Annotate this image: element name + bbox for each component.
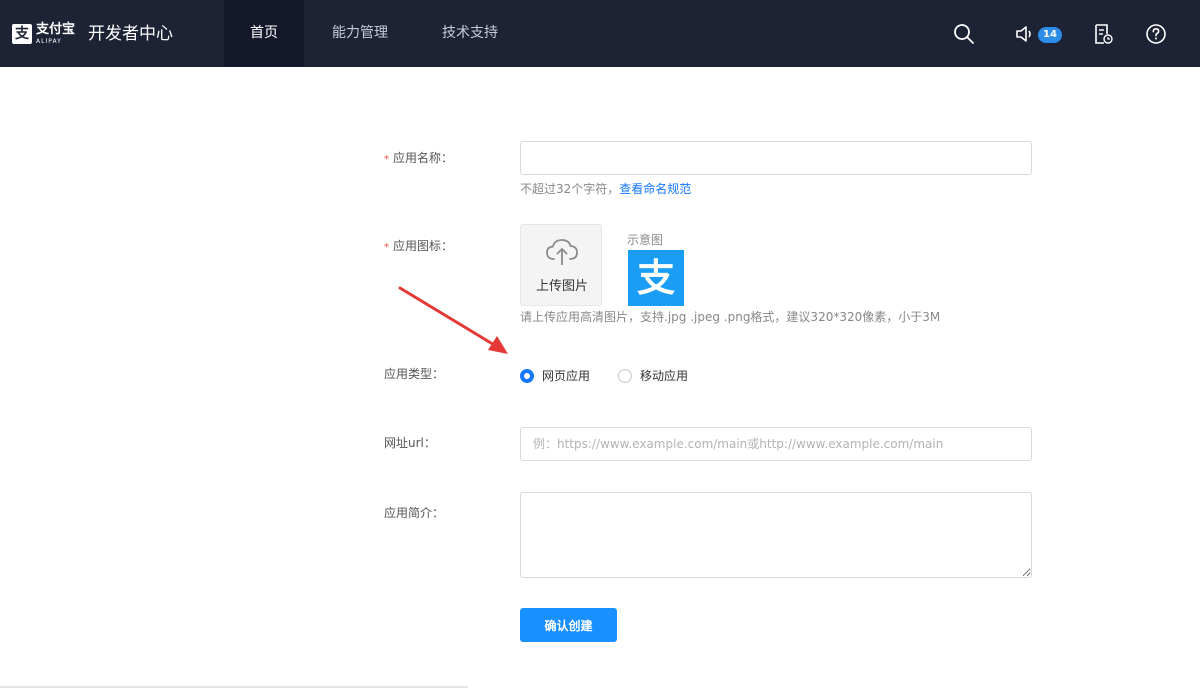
app-icon-label-text: 应用图标： [393, 239, 454, 253]
naming-rules-link[interactable]: 查看命名规范 [619, 182, 691, 196]
upload-image-label: 上传图片 [535, 279, 588, 294]
top-navigation-bar: 支 支付宝 ALIPAY 开发者中心 首页 能力管理 技术支持 14 [0, 0, 1200, 67]
required-mark: * [384, 154, 389, 165]
url-input[interactable] [520, 427, 1032, 461]
help-icon[interactable] [1145, 23, 1167, 45]
alipay-sample-logo-icon: 支 [628, 250, 684, 306]
app-name-hint-text: 不超过32个字符， [520, 182, 620, 196]
speaker-icon[interactable] [1014, 23, 1036, 45]
required-mark: * [384, 242, 389, 253]
app-name-label: * 应用名称： [384, 150, 453, 168]
document-icon[interactable] [1092, 23, 1114, 45]
nav-item-tech-support[interactable]: 技术支持 [428, 0, 512, 67]
app-type-label: 应用类型： [384, 367, 445, 381]
search-icon[interactable] [953, 23, 975, 45]
cloud-upload-icon [546, 239, 578, 265]
upload-image-button[interactable]: 上传图片 [520, 224, 602, 306]
app-description-label: 应用简介： [384, 506, 445, 520]
app-icon-hint: 请上传应用高清图片，支持.jpg .jpeg .png格式，建议320*320像… [520, 310, 941, 324]
nav-item-home[interactable]: 首页 [224, 0, 304, 67]
sample-image-label: 示意图 [627, 233, 664, 247]
logo-subtext: ALIPAY [36, 38, 62, 45]
app-description-textarea[interactable] [520, 492, 1032, 578]
radio-mobile-app[interactable] [618, 369, 632, 383]
url-label: 网址url： [384, 436, 436, 450]
radio-mobile-app-label[interactable]: 移动应用 [640, 368, 688, 384]
app-name-hint: 不超过32个字符，查看命名规范 [520, 181, 691, 197]
confirm-create-button[interactable]: 确认创建 [520, 608, 617, 642]
nav-item-capability-management[interactable]: 能力管理 [318, 0, 402, 67]
radio-web-app-label[interactable]: 网页应用 [542, 368, 590, 384]
annotation-arrow-icon [398, 286, 508, 354]
brand-title[interactable]: 开发者中心 [88, 23, 173, 45]
app-name-input[interactable] [520, 141, 1032, 175]
alipay-logo-icon[interactable]: 支 [12, 24, 32, 44]
bottom-divider [0, 686, 468, 688]
app-name-label-text: 应用名称： [393, 151, 454, 165]
notification-badge[interactable]: 14 [1038, 27, 1062, 43]
app-icon-label: * 应用图标： [384, 238, 453, 256]
radio-web-app[interactable] [520, 369, 534, 383]
logo-text: 支付宝 [36, 22, 76, 37]
